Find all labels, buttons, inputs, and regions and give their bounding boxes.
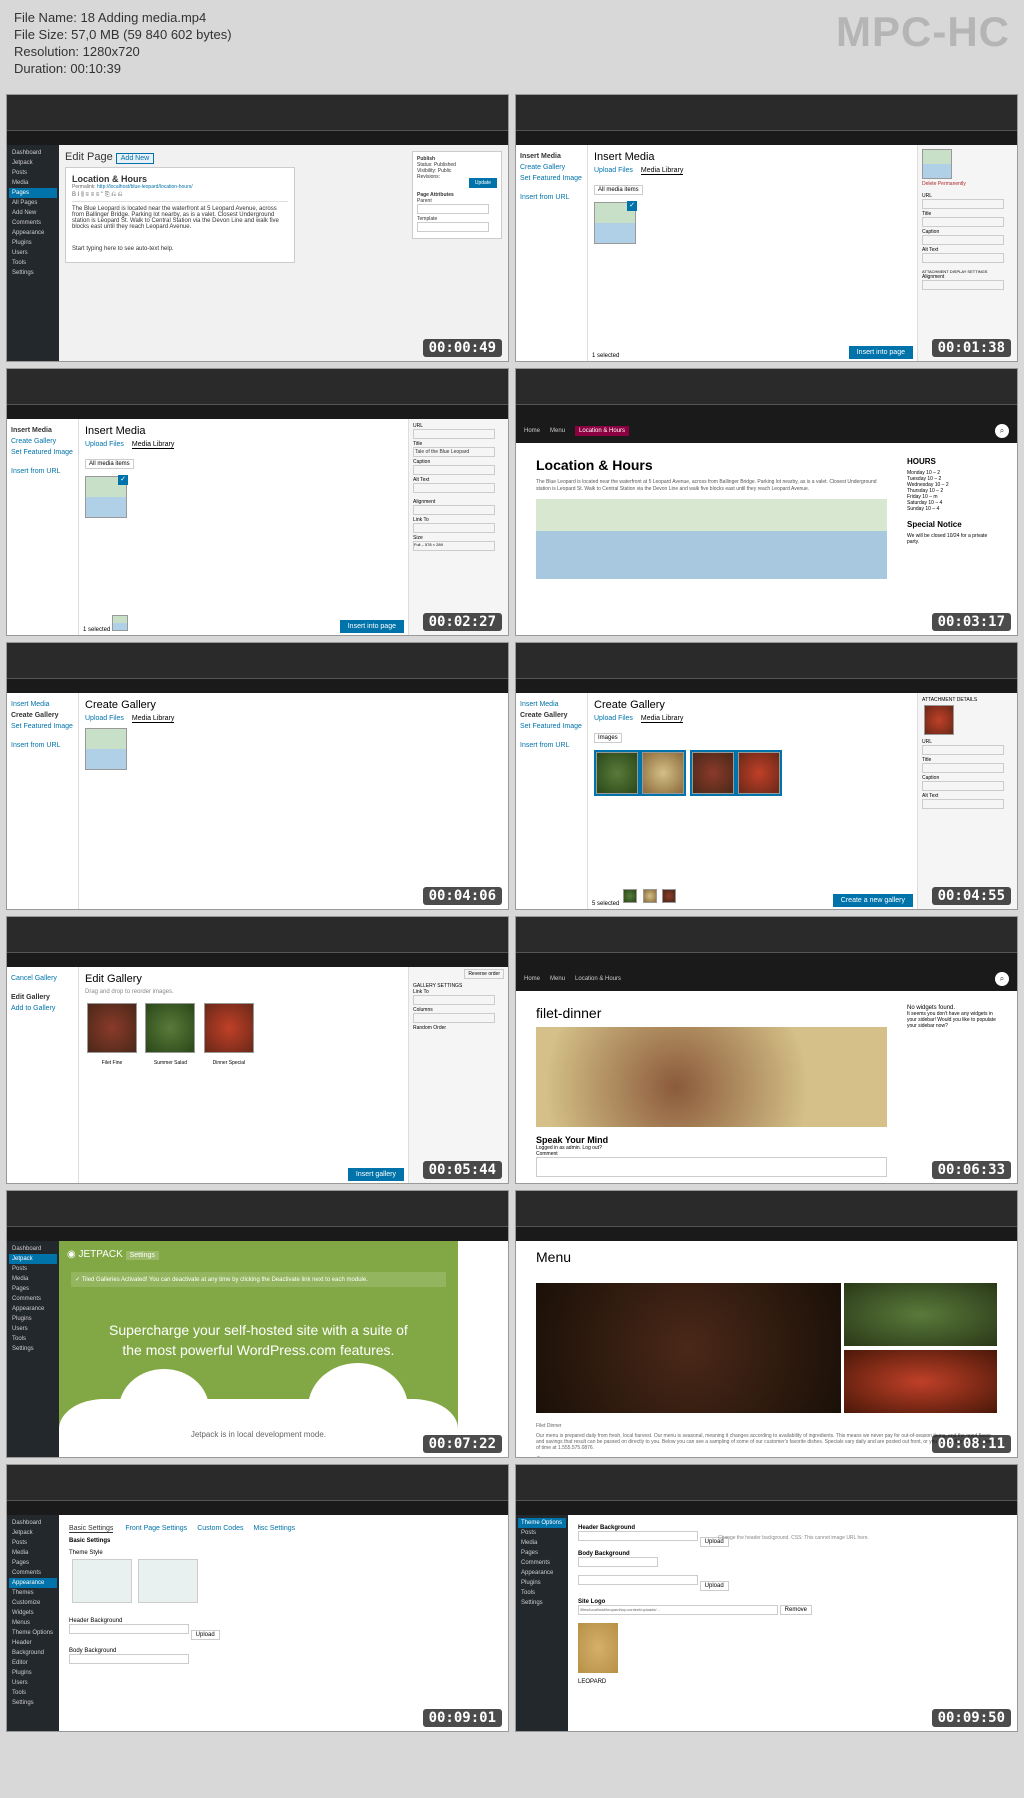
- timestamp-badge: 00:00:49: [423, 339, 502, 357]
- timestamp-badge: 00:09:01: [423, 1709, 502, 1727]
- video-thumbnail[interactable]: Theme Options PostsMedia PagesComments A…: [515, 1464, 1018, 1732]
- wp-admin-sidebar: DashboardJetpack PostsMedia PagesAll Pag…: [7, 145, 59, 362]
- publish-metabox: Publish Status: Published Visibility: Pu…: [412, 151, 502, 239]
- insert-button[interactable]: Insert into page: [340, 620, 404, 633]
- video-thumbnail[interactable]: DashboardJetpack PostsMedia PagesComment…: [6, 1464, 509, 1732]
- update-button[interactable]: Update: [469, 178, 497, 188]
- mpc-watermark: MPC-HC: [836, 8, 1010, 56]
- video-thumbnail[interactable]: Insert Media Create Gallery Set Featured…: [515, 94, 1018, 362]
- thumbnail-grid: DashboardJetpack PostsMedia PagesAll Pag…: [0, 88, 1024, 1738]
- video-thumbnail[interactable]: Insert Media Create Gallery Set Featured…: [6, 642, 509, 910]
- insert-button[interactable]: Insert into page: [849, 346, 913, 359]
- create-gallery-button[interactable]: Create a new gallery: [833, 894, 913, 907]
- modal-title: Insert Media: [594, 151, 911, 163]
- timestamp-badge: 00:04:55: [932, 887, 1011, 905]
- timestamp-badge: 00:05:44: [423, 1161, 502, 1179]
- video-thumbnail[interactable]: Home Menu Location & Hours ⌕ filet-dinne…: [515, 916, 1018, 1184]
- video-thumbnail[interactable]: Menu Filet Dinner Our menu is prepared d…: [515, 1190, 1018, 1458]
- add-new-button[interactable]: Add New: [116, 153, 154, 164]
- menu-side-image: [844, 1350, 997, 1413]
- video-thumbnail[interactable]: Insert Media Create Gallery Set Featured…: [515, 642, 1018, 910]
- timestamp-badge: 00:08:11: [932, 1435, 1011, 1453]
- insert-gallery-button[interactable]: Insert gallery: [348, 1168, 404, 1181]
- timestamp-badge: 00:02:27: [423, 613, 502, 631]
- timestamp-badge: 00:04:06: [423, 887, 502, 905]
- map-image: [536, 499, 887, 579]
- site-nav: Home Menu Location & Hours ⌕: [516, 419, 1017, 443]
- file-info-header: File Name: 18 Adding media.mp4 File Size…: [0, 0, 1024, 88]
- search-icon[interactable]: ⌕: [995, 424, 1009, 438]
- search-icon[interactable]: ⌕: [995, 972, 1009, 986]
- video-thumbnail[interactable]: Cancel Gallery Edit Gallery Add to Galle…: [6, 916, 509, 1184]
- timestamp-badge: 00:06:33: [932, 1161, 1011, 1179]
- media-item[interactable]: ✓: [594, 202, 636, 244]
- timestamp-badge: 00:01:38: [932, 339, 1011, 357]
- site-logo-preview: [578, 1623, 618, 1673]
- menu-main-image: [536, 1283, 841, 1413]
- menu-side-image: [844, 1283, 997, 1346]
- video-thumbnail[interactable]: Home Menu Location & Hours ⌕ Location & …: [515, 368, 1018, 636]
- featured-image: [536, 1027, 887, 1127]
- page-title: Location & Hours: [536, 457, 887, 473]
- video-thumbnail[interactable]: DashboardJetpack PostsMedia PagesComment…: [6, 1190, 509, 1458]
- video-thumbnail[interactable]: DashboardJetpack PostsMedia PagesAll Pag…: [6, 94, 509, 362]
- video-thumbnail[interactable]: Insert Media Create Gallery Set Featured…: [6, 368, 509, 636]
- timestamp-badge: 00:03:17: [932, 613, 1011, 631]
- timestamp-badge: 00:09:50: [932, 1709, 1011, 1727]
